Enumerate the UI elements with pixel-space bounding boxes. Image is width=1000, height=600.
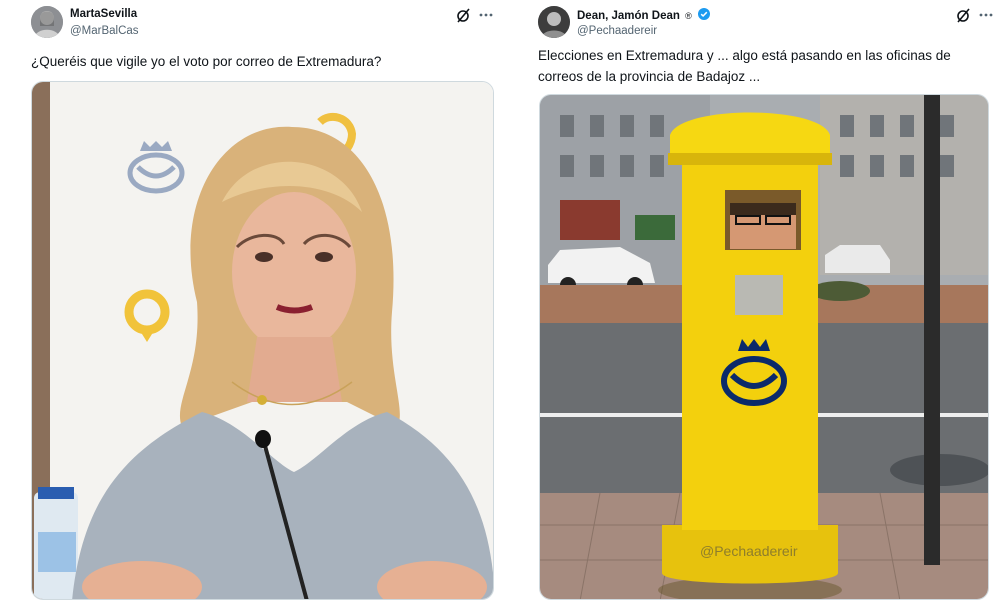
media-photo <box>540 95 988 599</box>
media-watermark: @Pechaadereir <box>700 543 798 559</box>
tweet-media[interactable]: @Pechaadereir <box>539 94 989 600</box>
tweet-left[interactable]: MartaSevilla @MarBalCas ¿Queréis que vig… <box>0 0 508 600</box>
tweet-media[interactable] <box>31 81 494 600</box>
media-photo <box>32 82 493 599</box>
display-name[interactable]: Dean, Jamón Dean ® <box>577 8 710 22</box>
tweet-right[interactable]: Dean, Jamón Dean ® @Pechaadereir Eleccio… <box>508 0 1000 600</box>
verified-badge-icon <box>697 8 710 20</box>
tweet-text: Elecciones en Extremadura y ... algo est… <box>538 48 951 84</box>
handle[interactable]: @Pechaadereir <box>577 25 657 37</box>
avatar[interactable] <box>538 6 570 38</box>
tweet-text: ¿Queréis que vigile yo el voto por corre… <box>31 54 382 69</box>
avatar[interactable] <box>31 6 63 38</box>
grok-icon[interactable] <box>455 6 471 24</box>
more-icon[interactable] <box>977 6 995 24</box>
handle[interactable]: @MarBalCas <box>70 25 139 37</box>
registered-mark: ® <box>685 11 692 21</box>
more-icon[interactable] <box>477 6 495 24</box>
display-name-text: Dean, Jamón Dean <box>577 10 680 22</box>
grok-icon[interactable] <box>955 6 971 24</box>
display-name[interactable]: MartaSevilla <box>70 8 137 20</box>
